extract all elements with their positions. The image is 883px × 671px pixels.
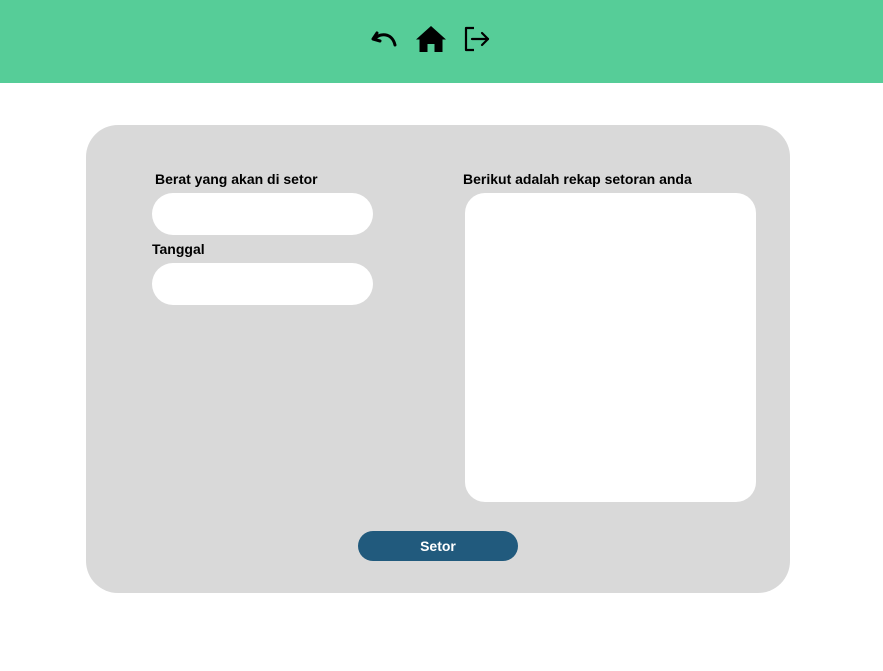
undo-icon[interactable]	[368, 22, 402, 56]
submit-button[interactable]: Setor	[358, 531, 518, 561]
recap-panel[interactable]	[465, 193, 756, 502]
date-label: Tanggal	[152, 241, 205, 257]
recap-label: Berikut adalah rekap setoran anda	[463, 171, 692, 187]
top-navigation-bar	[0, 0, 883, 83]
deposit-form-card: Berat yang akan di setor Tanggal Berikut…	[86, 125, 790, 593]
home-icon[interactable]	[414, 22, 448, 56]
weight-input[interactable]	[152, 193, 373, 235]
date-input[interactable]	[152, 263, 373, 305]
weight-label: Berat yang akan di setor	[155, 171, 318, 187]
logout-icon[interactable]	[460, 22, 494, 56]
